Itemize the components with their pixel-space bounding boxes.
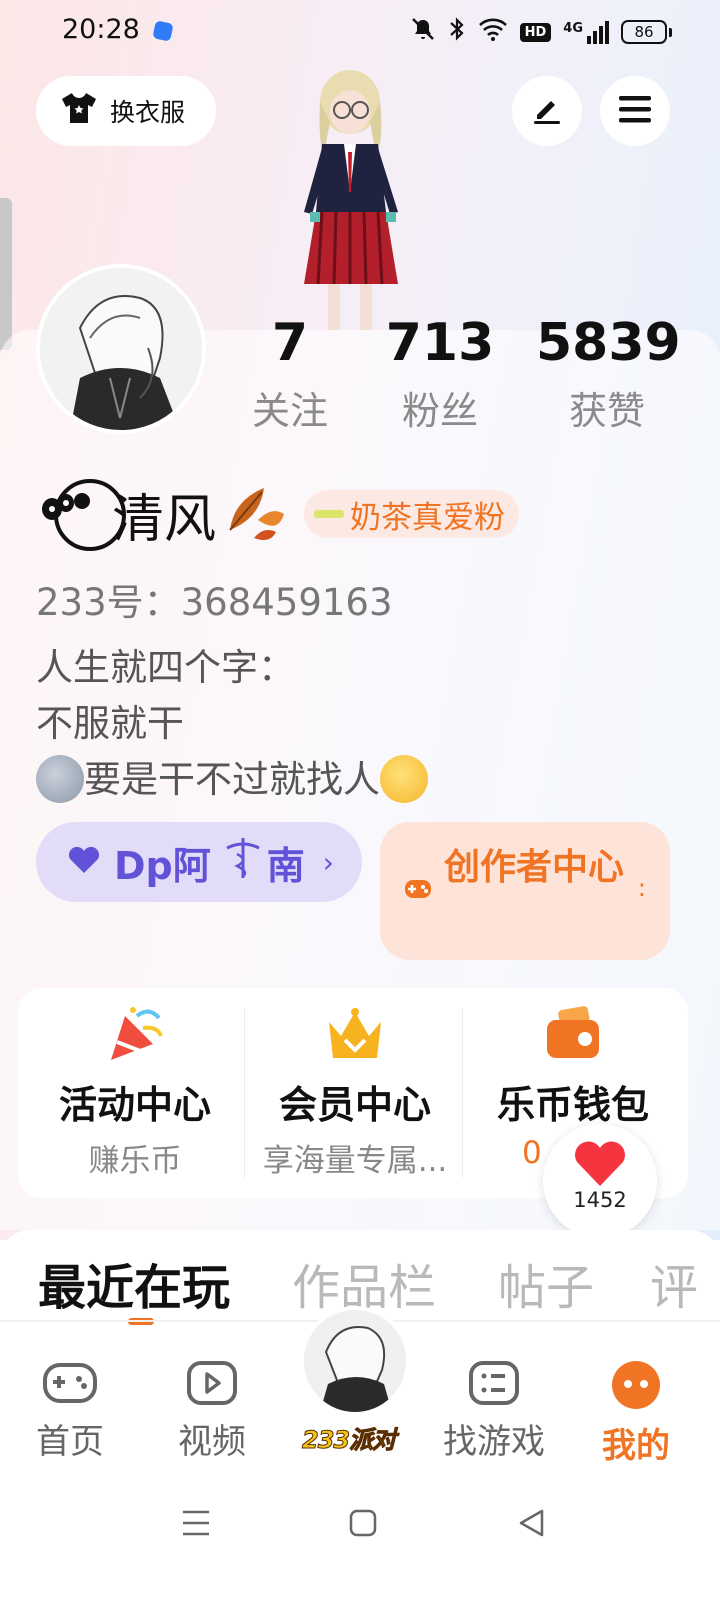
vip-center-sub: 享海量专属... (262, 1143, 448, 1179)
bio-line: 不服就干 (36, 702, 184, 745)
creator-center-button[interactable]: 创作者中心 : (380, 822, 670, 960)
likes-floating-count: 1452 (573, 1188, 627, 1212)
party-center-label[interactable]: 233派对 (301, 1420, 396, 1455)
activity-center-sub: 赚乐币 (88, 1143, 182, 1179)
back-button-icon[interactable] (516, 1508, 546, 1542)
activity-center-title: 活动中心 (58, 1083, 211, 1127)
hd-indicator: HD (519, 22, 552, 42)
chevron-right-icon: › (322, 845, 334, 879)
likes-label: 获赞 (568, 389, 645, 433)
likes-count: 5839 (536, 313, 681, 373)
username-row: 清风 奶茶真爱粉 (38, 474, 520, 554)
change-outfit-button[interactable]: 换衣服 (36, 76, 216, 146)
likes-stat[interactable]: 5839 获赞 (536, 312, 681, 435)
following-stat[interactable]: 7 关注 (238, 312, 342, 435)
gamepad-icon (42, 1363, 98, 1410)
user-id[interactable]: 233号：368459163 (36, 572, 393, 626)
play-icon (185, 1361, 239, 1410)
edit-profile-button[interactable] (512, 76, 582, 146)
followers-count: 713 (385, 313, 495, 373)
pen-icon (529, 91, 565, 131)
gamepad-plus-icon (404, 876, 432, 906)
shirt-icon (60, 91, 98, 131)
activity-center-item[interactable]: 活动中心 赚乐币 (24, 988, 246, 1198)
vip-center-item[interactable]: 会员中心 享海量专属... (244, 988, 466, 1198)
following-label: 关注 (251, 389, 328, 433)
purple-heart-icon (66, 840, 102, 884)
menu-button[interactable] (600, 76, 670, 146)
upside-down-face-emoji (380, 754, 428, 803)
status-bar: 20:28 HD 4G 86 (0, 0, 720, 64)
nav-home-label: 首页 (36, 1422, 104, 1462)
side-drawer-handle[interactable] (0, 198, 12, 350)
wallet-icon (541, 1002, 605, 1066)
crown-icon (323, 1002, 387, 1066)
followers-label: 粉丝 (401, 389, 478, 433)
app-notification-icon (152, 20, 174, 42)
tab-comments[interactable]: 评 (650, 1248, 698, 1318)
fan-badge-label: 奶茶真爱粉 (350, 499, 506, 536)
tab-posts[interactable]: 帖子 (498, 1248, 594, 1318)
dp-guild-label-tail: 南 (266, 843, 305, 888)
hamburger-icon (617, 93, 653, 129)
status-icons: HD 4G 86 (410, 16, 672, 48)
more-indicator: : (637, 874, 646, 902)
followers-stat[interactable]: 713 粉丝 (380, 312, 500, 435)
change-outfit-label: 换衣服 (110, 98, 186, 127)
nav-mine-label: 我的 (602, 1426, 670, 1466)
recent-apps-icon[interactable] (180, 1508, 212, 1542)
profile-face-icon (610, 1361, 662, 1414)
caduceus-icon (223, 836, 263, 889)
bio-line-text: 要是干不过就找人 (84, 758, 380, 801)
bio-line: 人生就四个字： (36, 646, 295, 689)
bio: 人生就四个字： 不服就干 要是干不过就找人 (36, 640, 428, 808)
heart-icon (543, 1138, 657, 1192)
network-type: 4G (563, 20, 583, 36)
vip-center-title: 会员中心 (278, 1083, 431, 1127)
nav-video[interactable]: 视频 (152, 1360, 272, 1463)
nav-mine[interactable]: 我的 (576, 1360, 696, 1467)
dp-guild-label: Dp阿 (114, 843, 211, 888)
list-icon (467, 1361, 521, 1410)
nav-find-games-label: 找游戏 (443, 1422, 545, 1462)
status-time: 20:28 (62, 14, 140, 45)
fan-badge-icon (314, 510, 345, 518)
party-center-avatar[interactable] (300, 1306, 410, 1416)
home-button-icon[interactable] (348, 1508, 378, 1542)
avatar-character-model[interactable] (282, 62, 422, 330)
system-navigation-bar (0, 1470, 720, 1600)
battery-level: 86 (621, 20, 667, 44)
nav-home[interactable]: 首页 (10, 1360, 130, 1463)
panda-face-icon (38, 475, 128, 553)
signal-icon: 4G (563, 20, 609, 44)
bluetooth-icon (448, 16, 466, 48)
autumn-leaves-icon (224, 480, 288, 548)
tab-recent-played[interactable]: 最近在玩 (38, 1248, 230, 1318)
dp-guild-button[interactable]: Dp阿 南 › (36, 822, 362, 902)
moon-face-emoji (36, 754, 84, 803)
fan-badge[interactable]: 奶茶真爱粉 (304, 490, 520, 538)
creator-center-label: 创作者中心 (444, 847, 625, 888)
bio-line: 要是干不过就找人 (36, 752, 428, 808)
wifi-icon (478, 17, 508, 47)
coin-wallet-title: 乐币钱包 (496, 1083, 649, 1127)
likes-floating-button[interactable]: 1452 (543, 1124, 657, 1238)
profile-avatar[interactable] (36, 264, 206, 434)
nav-video-label: 视频 (178, 1422, 246, 1462)
mute-icon (410, 16, 436, 48)
nav-find-games[interactable]: 找游戏 (434, 1360, 554, 1463)
battery-icon: 86 (621, 20, 672, 44)
following-count: 7 (271, 313, 309, 373)
party-popper-icon (103, 1002, 167, 1066)
